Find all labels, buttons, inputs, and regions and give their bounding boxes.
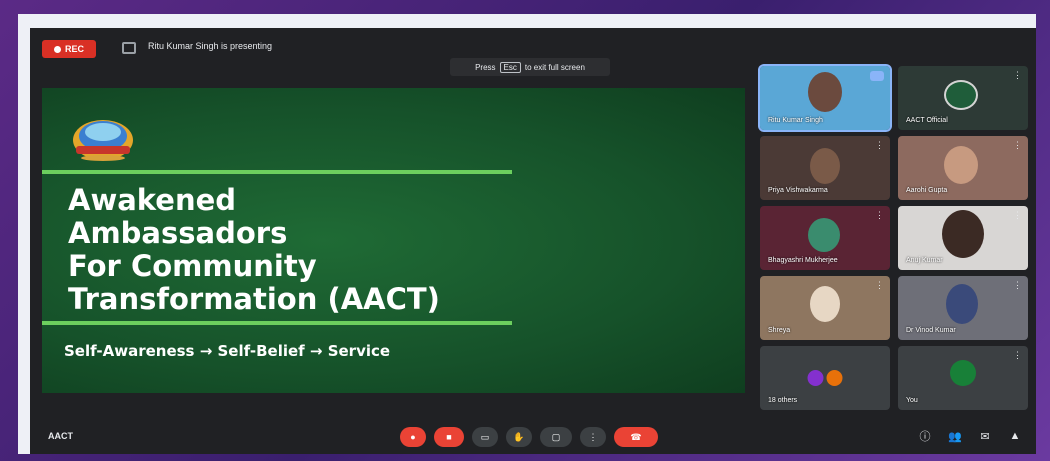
participant-name: You bbox=[906, 397, 918, 404]
esc-key: Esc bbox=[499, 61, 521, 73]
more-options-icon[interactable]: ⋮ bbox=[1013, 210, 1022, 221]
slide-title-line: For Community bbox=[68, 249, 317, 283]
meeting-code: AACT bbox=[48, 431, 73, 441]
participant-tile[interactable]: ⋮ You bbox=[898, 346, 1028, 410]
slide-title-line: Transformation (AACT) bbox=[68, 282, 440, 316]
presenter-text: Ritu Kumar Singh is presenting bbox=[148, 41, 273, 51]
more-options-icon[interactable]: ⋮ bbox=[875, 210, 884, 221]
participant-name: AACT Official bbox=[906, 117, 948, 124]
participant-video-icon bbox=[810, 286, 840, 322]
more-options-icon[interactable]: ⋮ bbox=[875, 280, 884, 291]
participant-name: Bhagyashri Mukherjee bbox=[768, 257, 838, 264]
participant-grid: Ritu Kumar Singh ⋮ AACT Official ⋮ Priya… bbox=[758, 64, 1028, 416]
participant-name: Priya Vishwakarma bbox=[768, 187, 828, 194]
speaking-badge-icon bbox=[870, 71, 884, 81]
participant-video-icon bbox=[944, 146, 978, 184]
info-icon[interactable]: ⓘ bbox=[918, 429, 932, 443]
recording-label: REC bbox=[64, 44, 84, 54]
participant-name: Anuj Kumar bbox=[906, 257, 943, 264]
participant-name: Dr Vinod Kumar bbox=[906, 327, 956, 334]
captions-button[interactable]: ▭ bbox=[472, 427, 498, 447]
microphone-off-button[interactable]: ● bbox=[400, 427, 426, 447]
participant-name: Ritu Kumar Singh bbox=[768, 117, 823, 124]
activities-icon[interactable]: ▲ bbox=[1008, 429, 1022, 443]
present-now-button[interactable]: ▢ bbox=[540, 427, 572, 447]
leave-call-button[interactable]: ☎ bbox=[614, 427, 658, 447]
recording-indicator: REC bbox=[42, 40, 96, 58]
chat-icon[interactable]: ✉ bbox=[978, 429, 992, 443]
more-options-icon[interactable]: ⋮ bbox=[875, 140, 884, 151]
slide-title-line: Awakened bbox=[68, 183, 237, 217]
participant-avatar-icon bbox=[950, 360, 976, 386]
participant-video-icon bbox=[808, 218, 840, 252]
more-options-icon[interactable]: ⋮ bbox=[1013, 140, 1022, 151]
participant-tile[interactable]: ⋮ Shreya bbox=[760, 276, 890, 340]
exit-fullscreen-hint: Press Esc to exit full screen bbox=[450, 58, 610, 76]
raise-hand-button[interactable]: ✋ bbox=[506, 427, 532, 447]
esc-hint-prefix: Press bbox=[475, 62, 496, 72]
slide-divider-bottom bbox=[42, 321, 512, 325]
participant-tile[interactable]: ⋮ Anuj Kumar bbox=[898, 206, 1028, 270]
bottom-control-bar: AACT ● ■ ▭ ✋ ▢ ⋮ ☎ ⓘ 👥 ✉ ▲ bbox=[30, 418, 1036, 454]
participant-name: Aarohi Gupta bbox=[906, 187, 948, 194]
participant-video-icon bbox=[810, 148, 840, 184]
slide-title-line: Ambassadors bbox=[68, 216, 288, 250]
participant-tile[interactable]: ⋮ Aarohi Gupta bbox=[898, 136, 1028, 200]
more-options-icon[interactable]: ⋮ bbox=[1013, 70, 1022, 81]
participant-video-icon bbox=[942, 210, 984, 258]
slide-title: Awakened Ambassadors For Community Trans… bbox=[68, 184, 440, 316]
people-icon[interactable]: 👥 bbox=[948, 429, 962, 443]
participant-tile[interactable]: 18 others bbox=[760, 346, 890, 410]
participant-logo-icon bbox=[944, 80, 978, 110]
slide-subtitle: Self-Awareness → Self-Belief → Service bbox=[64, 342, 391, 360]
more-options-icon[interactable]: ⋮ bbox=[1013, 350, 1022, 361]
side-panel-icons: ⓘ 👥 ✉ ▲ bbox=[918, 429, 1022, 443]
record-dot-icon bbox=[53, 45, 61, 53]
participant-name: 18 others bbox=[768, 397, 798, 404]
meeting-window: REC Ritu Kumar Singh is presenting Press… bbox=[30, 28, 1036, 454]
slide-divider-top bbox=[42, 170, 512, 174]
aact-logo-icon bbox=[73, 120, 133, 161]
esc-hint-suffix: to exit full screen bbox=[524, 62, 585, 72]
camera-off-button[interactable]: ■ bbox=[434, 427, 464, 447]
more-options-icon[interactable]: ⋮ bbox=[1013, 280, 1022, 291]
more-options-button[interactable]: ⋮ bbox=[580, 427, 606, 447]
participant-tile[interactable]: ⋮ AACT Official bbox=[898, 66, 1028, 130]
participant-tile[interactable]: ⋮ Priya Vishwakarma bbox=[760, 136, 890, 200]
participant-name: Shreya bbox=[768, 327, 791, 334]
participant-video-icon bbox=[946, 284, 978, 324]
present-screen-icon bbox=[122, 42, 136, 54]
presentation-slide: Awakened Ambassadors For Community Trans… bbox=[42, 88, 745, 393]
participant-video-icon bbox=[808, 72, 842, 112]
other-participants-avatars bbox=[807, 370, 843, 386]
participant-tile[interactable]: ⋮ Dr Vinod Kumar bbox=[898, 276, 1028, 340]
participant-tile[interactable]: ⋮ Bhagyashri Mukherjee bbox=[760, 206, 890, 270]
participant-tile[interactable]: Ritu Kumar Singh bbox=[758, 64, 892, 132]
